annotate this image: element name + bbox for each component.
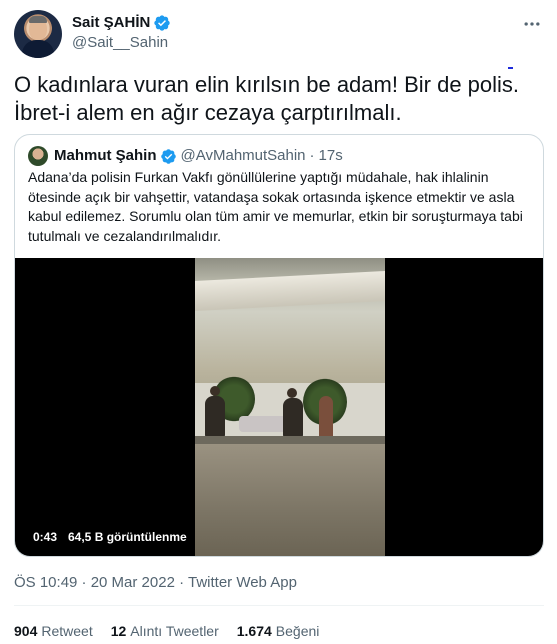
video-frame: [195, 258, 385, 556]
author-handle[interactable]: @Sait__Sahin: [72, 33, 171, 53]
video-ground: [195, 444, 385, 556]
more-horizontal-icon[interactable]: [520, 14, 544, 38]
avatar-shirt: [22, 40, 54, 58]
more-dots-svg: [524, 22, 540, 26]
author-avatar[interactable]: [14, 10, 62, 58]
quoted-time[interactable]: 17s: [319, 146, 343, 166]
stat-likes[interactable]: 1.674 Beğeni: [237, 621, 320, 641]
video-view-count: 64,5 B görüntülenme: [68, 530, 187, 544]
divider: [14, 605, 544, 606]
tweet-timestamp[interactable]: ÖS 10:49 · 20 Mar 2022 · Twitter Web App: [14, 573, 297, 593]
video-duration: 0:43: [33, 530, 58, 544]
author-display-name-text[interactable]: Sait ŞAHİN: [72, 13, 150, 33]
stat-retweets-label: Retweet: [41, 623, 93, 639]
author-display-name[interactable]: Sait ŞAHİN: [72, 13, 171, 33]
video-figure-3: [319, 396, 333, 440]
verified-badge-icon: [160, 148, 176, 164]
video-awning: [195, 271, 385, 311]
stat-quote-tweets-label: Alıntı Tweetler: [130, 623, 219, 639]
tweet-header: Sait ŞAHİN @Sait__Sahin: [14, 10, 544, 58]
stat-retweets-count: 904: [14, 623, 38, 639]
tweet-text-line-1: O kadınlara vuran elin kırılsın be adam!…: [14, 72, 520, 97]
video-player[interactable]: 0:43 64,5 B görüntülenme: [15, 258, 543, 556]
video-head-1: [210, 386, 220, 396]
video-ledge: [195, 436, 385, 444]
stat-likes-count: 1.674: [236, 623, 272, 639]
author-name-block: Sait ŞAHİN @Sait__Sahin: [72, 13, 171, 53]
quoted-tweet-text: Adana’da polisin Furkan Vakfı gönüllüler…: [28, 169, 523, 244]
quoted-tweet-header: Mahmut Şahin @AvMahmutSahin · 17s: [28, 146, 343, 166]
video-person-down: [239, 416, 287, 432]
stat-quote-tweets-count: 12: [110, 623, 127, 639]
quoted-author-name[interactable]: Mahmut Şahin: [54, 146, 157, 166]
avatar-hair: [29, 16, 47, 23]
quoted-author-handle[interactable]: @AvMahmutSahin: [181, 146, 306, 166]
stat-quote-tweets[interactable]: 12 Alıntı Tweetler: [111, 621, 219, 641]
quoted-tweet-card[interactable]: Mahmut Şahin @AvMahmutSahin · 17s Adana’…: [14, 134, 544, 557]
quoted-author-avatar[interactable]: [28, 146, 48, 166]
stat-retweets[interactable]: 904 Retweet: [14, 621, 93, 641]
stray-mark: [508, 67, 513, 69]
video-figure-2: [283, 398, 303, 438]
tweet-stats: 904 Retweet 12 Alıntı Tweetler 1.674 Beğeni: [14, 621, 319, 641]
verified-badge-icon: [154, 15, 171, 31]
video-figure-1: [205, 396, 225, 438]
tweet-text: O kadınlara vuran elin kırılsın be adam!…: [14, 71, 539, 127]
video-head-2: [287, 388, 297, 398]
quoted-separator: ·: [309, 147, 315, 164]
stat-likes-label: Beğeni: [275, 623, 320, 639]
tweet-text-line-2: İbret-i alem en ağır cezaya çarptırılmal…: [14, 100, 402, 125]
